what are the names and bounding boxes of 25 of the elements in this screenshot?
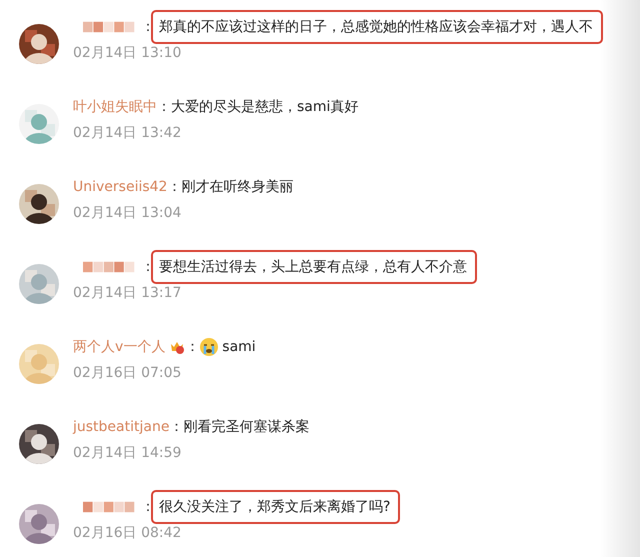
colon: ： bbox=[169, 418, 184, 436]
pixelated-username bbox=[83, 500, 135, 514]
comment-text: 郑真的不应该过这样的日子，总感觉她的性格应该会幸福才对，遇人不 bbox=[151, 10, 603, 44]
colon: ： bbox=[167, 178, 182, 196]
username[interactable]: 叶小姐失眠中 bbox=[73, 98, 157, 116]
timestamp: 02月16日 07:05 bbox=[73, 364, 182, 382]
colon: ： bbox=[185, 338, 200, 356]
pixelated-username bbox=[83, 260, 135, 274]
colon: ： bbox=[157, 98, 171, 116]
timestamp: 02月14日 13:10 bbox=[73, 44, 182, 62]
comment-text: 刚看完圣何塞谋杀案 bbox=[183, 418, 310, 436]
timestamp: 02月14日 14:59 bbox=[73, 444, 182, 462]
timestamp: 02月14日 13:17 bbox=[73, 284, 182, 302]
comment-text: sami bbox=[199, 337, 256, 357]
comment-text: 大爱的尽头是慈悲，sami真好 bbox=[171, 98, 358, 116]
timestamp: 02月14日 13:42 bbox=[73, 124, 182, 142]
username[interactable]: Universeiis42 bbox=[73, 179, 168, 195]
pixelated-username bbox=[83, 20, 135, 34]
comment-text: 很久没关注了，郑秀文后来离婚了吗? bbox=[151, 490, 400, 524]
username[interactable]: 两个人v一个人 bbox=[73, 338, 166, 356]
timestamp: 02月14日 13:04 bbox=[73, 204, 182, 222]
timestamp: 02月16日 08:42 bbox=[73, 524, 182, 542]
comment-text: 要想生活过得去，头上总要有点绿，总有人不介意 bbox=[151, 250, 477, 284]
username[interactable]: justbeatitjane bbox=[73, 419, 170, 435]
comment-text: 刚才在听终身美丽 bbox=[181, 178, 294, 196]
